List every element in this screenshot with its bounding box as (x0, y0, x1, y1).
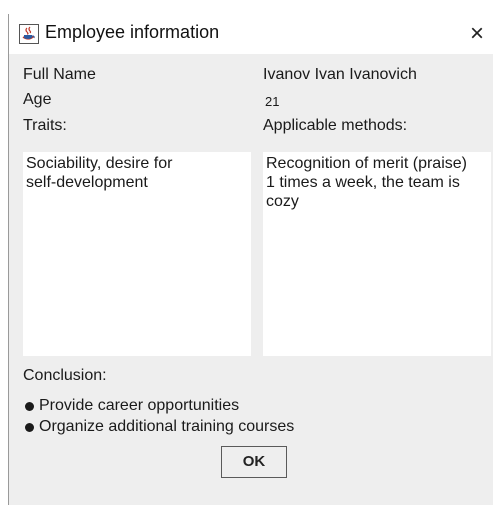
list-item: Provide career opportunities (23, 395, 294, 416)
full-name-label: Full Name (23, 66, 96, 83)
dialog-content: Full Name Ivanov Ivan Ivanovich Age 21 T… (9, 54, 493, 505)
ok-button[interactable]: OK (221, 446, 287, 478)
full-name-value: Ivanov Ivan Ivanovich (263, 66, 417, 83)
age-label: Age (23, 91, 52, 108)
conclusion-item-text: Organize additional training courses (39, 418, 295, 435)
employee-info-dialog: Employee information × Full Name Ivanov … (0, 0, 493, 505)
window-title: Employee information (45, 22, 220, 42)
traits-label: Traits: (23, 117, 67, 134)
title-bar[interactable]: Employee information × (9, 14, 493, 54)
methods-textarea[interactable]: Recognition of merit (praise) 1 times a … (263, 152, 491, 356)
bullet-icon (25, 423, 34, 432)
list-item: Organize additional training courses (23, 416, 294, 437)
close-icon: × (469, 20, 484, 47)
conclusion-label: Conclusion: (23, 367, 107, 384)
age-value: 21 (265, 94, 280, 109)
close-button[interactable]: × (463, 20, 491, 48)
methods-label: Applicable methods: (263, 117, 408, 134)
java-cup-icon (19, 24, 39, 44)
conclusion-list: Provide career opportunities Organize ad… (23, 395, 294, 437)
conclusion-item-text: Provide career opportunities (39, 397, 240, 414)
bullet-icon (25, 402, 34, 411)
traits-textarea[interactable]: Sociability, desire for self-development (23, 152, 251, 356)
